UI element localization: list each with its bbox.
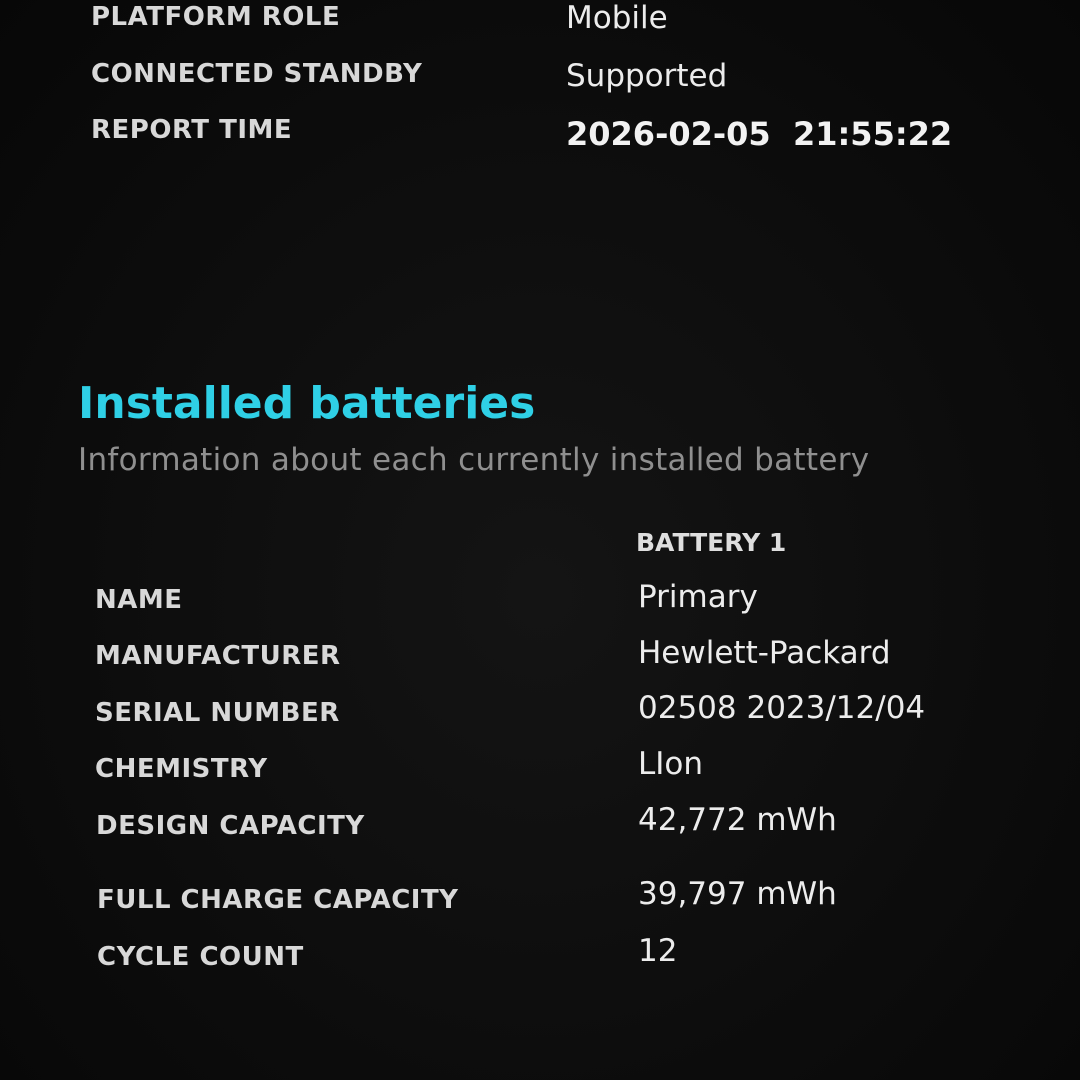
chemistry-label: CHEMISTRY xyxy=(95,754,268,784)
connected-standby-label: CONNECTED STANDBY xyxy=(91,59,423,89)
serial-number-label: SERIAL NUMBER xyxy=(95,698,340,728)
design-capacity-label: DESIGN CAPACITY xyxy=(96,811,365,841)
section-title: Installed batteries xyxy=(78,378,536,429)
full-charge-capacity-label: FULL CHARGE CAPACITY xyxy=(97,885,459,915)
connected-standby-value: Supported xyxy=(566,58,728,94)
battery-report-screen: PLATFORM ROLE Mobile CONNECTED STANDBY S… xyxy=(0,0,1080,1080)
manufacturer-value: Hewlett-Packard xyxy=(638,635,891,671)
serial-number-value: 02508 2023/12/04 xyxy=(638,690,926,726)
report-time-value: 2026-02-05 21:55:22 xyxy=(566,115,953,153)
cycle-count-value: 12 xyxy=(638,933,678,969)
cycle-count-label: CYCLE COUNT xyxy=(97,942,304,972)
platform-role-label: PLATFORM ROLE xyxy=(91,2,341,32)
name-value: Primary xyxy=(638,579,758,615)
name-label: NAME xyxy=(95,585,183,615)
section-subtitle: Information about each currently install… xyxy=(78,442,870,478)
platform-role-value: Mobile xyxy=(566,0,668,36)
battery-column-header: BATTERY 1 xyxy=(636,528,787,557)
design-capacity-value: 42,772 mWh xyxy=(638,802,837,838)
full-charge-capacity-value: 39,797 mWh xyxy=(638,876,837,912)
report-time-label: REPORT TIME xyxy=(91,115,293,145)
chemistry-value: LIon xyxy=(638,746,704,782)
manufacturer-label: MANUFACTURER xyxy=(95,641,341,671)
